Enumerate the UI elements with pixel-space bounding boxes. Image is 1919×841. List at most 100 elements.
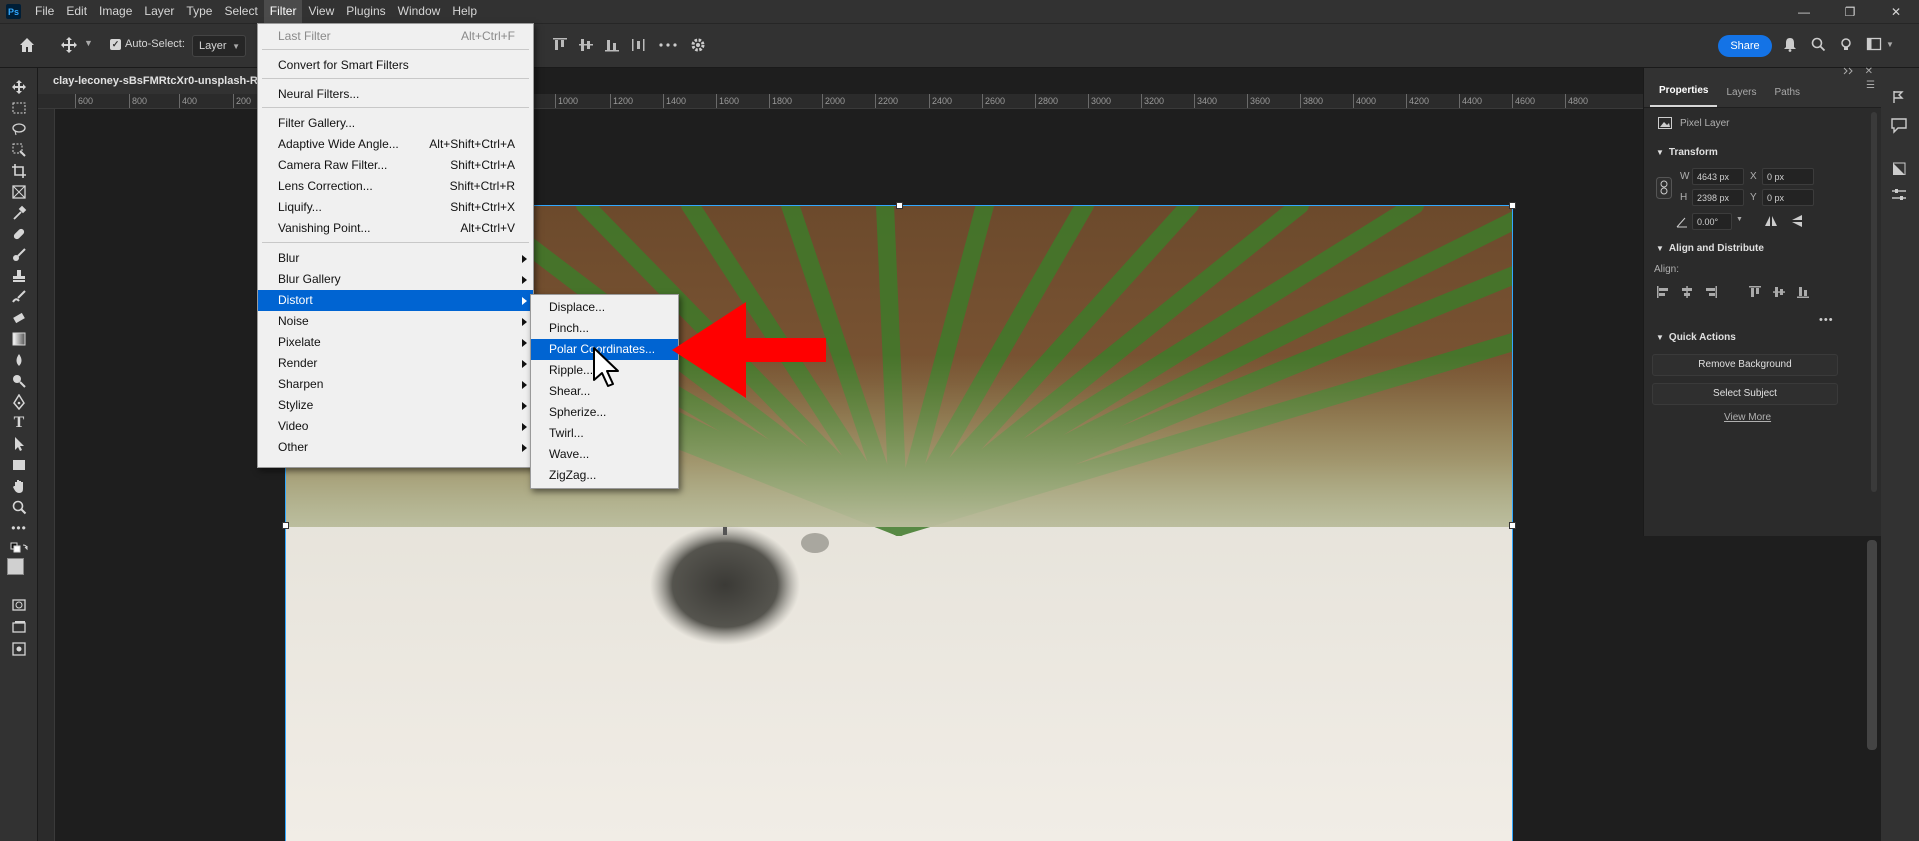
- more-tools-icon[interactable]: •••: [8, 517, 30, 539]
- filter-menu-item-noise[interactable]: Noise: [258, 311, 533, 332]
- properties-sliders-icon[interactable]: [1890, 186, 1908, 204]
- select-subject-button[interactable]: Select Subject: [1652, 383, 1838, 405]
- menu-edit[interactable]: Edit: [60, 0, 93, 23]
- screen-mode-icon[interactable]: [8, 616, 30, 638]
- menu-select[interactable]: Select: [218, 0, 263, 23]
- transform-section-header[interactable]: ▼ Transform: [1656, 147, 1718, 158]
- align-top-icon[interactable]: [552, 37, 568, 53]
- default-colors-icon[interactable]: [8, 538, 30, 560]
- filter-menu-item-render[interactable]: Render: [258, 353, 533, 374]
- search-icon[interactable]: [1810, 36, 1826, 52]
- tab-paths[interactable]: Paths: [1765, 87, 1809, 107]
- share-image-icon[interactable]: [8, 638, 30, 660]
- filter-menu-item-vanishing-point[interactable]: Vanishing Point... Alt+Ctrl+V: [258, 218, 533, 239]
- align-bottom-edges-icon[interactable]: [1796, 285, 1810, 299]
- tab-properties[interactable]: Properties: [1650, 85, 1718, 107]
- pen-tool-icon[interactable]: [8, 391, 30, 413]
- move-tool-icon[interactable]: [60, 36, 78, 54]
- distort-item-displace[interactable]: Displace...: [531, 297, 678, 318]
- chevron-down-icon[interactable]: ▼: [1736, 216, 1743, 223]
- align-top-edges-icon[interactable]: [1748, 285, 1762, 299]
- filter-menu-item-video[interactable]: Video: [258, 416, 533, 437]
- blur-tool-icon[interactable]: [8, 349, 30, 371]
- path-selection-tool-icon[interactable]: [8, 433, 30, 455]
- adjustments-panel-icon[interactable]: [1890, 160, 1908, 178]
- zoom-tool-icon[interactable]: [8, 496, 30, 518]
- share-button[interactable]: Share: [1718, 35, 1772, 57]
- distort-item-zigzag[interactable]: ZigZag...: [531, 465, 678, 486]
- align-middle-icon[interactable]: [578, 37, 594, 53]
- healing-brush-tool-icon[interactable]: [8, 223, 30, 245]
- distort-item-spherize[interactable]: Spherize...: [531, 402, 678, 423]
- panel-collapse-icon[interactable]: [1841, 66, 1857, 76]
- filter-menu-item-liquify[interactable]: Liquify... Shift+Ctrl+X: [258, 197, 533, 218]
- flip-vertical-icon[interactable]: [1790, 214, 1804, 228]
- lasso-tool-icon[interactable]: [8, 118, 30, 140]
- object-selection-tool-icon[interactable]: [8, 139, 30, 161]
- workspace-icon[interactable]: [1866, 36, 1882, 52]
- rectangle-tool-icon[interactable]: [8, 454, 30, 476]
- filter-menu-item-sharpen[interactable]: Sharpen: [258, 374, 533, 395]
- dodge-tool-icon[interactable]: [8, 370, 30, 392]
- chevron-down-icon[interactable]: ▼: [1886, 40, 1894, 52]
- align-section-header[interactable]: ▼ Align and Distribute: [1656, 243, 1764, 254]
- distort-item-pinch[interactable]: Pinch...: [531, 318, 678, 339]
- align-vertical-centers-icon[interactable]: [1772, 285, 1786, 299]
- hand-tool-icon[interactable]: [8, 475, 30, 497]
- auto-select-checkbox[interactable]: ✓ Auto-Select:: [110, 38, 185, 50]
- remove-background-button[interactable]: Remove Background: [1652, 354, 1838, 376]
- height-input[interactable]: 2398 px: [1692, 189, 1744, 206]
- frame-tool-icon[interactable]: [8, 181, 30, 203]
- align-right-edges-icon[interactable]: [1704, 285, 1718, 299]
- home-icon[interactable]: [18, 36, 36, 54]
- panel-scrollbar[interactable]: [1871, 112, 1877, 492]
- view-more-link[interactable]: View More: [1724, 412, 1771, 423]
- width-input[interactable]: 4643 px: [1692, 168, 1744, 185]
- align-bottom-icon[interactable]: [604, 37, 620, 53]
- comments-panel-icon[interactable]: [1890, 116, 1908, 134]
- distort-item-wave[interactable]: Wave...: [531, 444, 678, 465]
- more-align-options-icon[interactable]: •••: [1819, 314, 1834, 326]
- quick-actions-section-header[interactable]: ▼ Quick Actions: [1656, 332, 1736, 343]
- brush-tool-icon[interactable]: [8, 244, 30, 266]
- bell-icon[interactable]: [1782, 36, 1798, 52]
- menu-file[interactable]: File: [29, 0, 60, 23]
- clone-stamp-tool-icon[interactable]: [8, 265, 30, 287]
- tab-layers[interactable]: Layers: [1717, 87, 1765, 107]
- quick-mask-icon[interactable]: [8, 594, 30, 616]
- filter-menu-item-lens-correction[interactable]: Lens Correction... Shift+Ctrl+R: [258, 176, 533, 197]
- type-tool-icon[interactable]: T: [8, 412, 30, 434]
- distribute-icon[interactable]: [630, 37, 646, 53]
- filter-menu-item-pixelate[interactable]: Pixelate: [258, 332, 533, 353]
- more-options-icon[interactable]: [656, 37, 680, 53]
- link-icon[interactable]: [1656, 177, 1672, 199]
- align-horizontal-centers-icon[interactable]: [1680, 285, 1694, 299]
- y-input[interactable]: 0 px: [1762, 189, 1814, 206]
- history-brush-tool-icon[interactable]: [8, 286, 30, 308]
- marquee-tool-icon[interactable]: [8, 97, 30, 119]
- canvas-vertical-scrollbar[interactable]: [1867, 540, 1877, 750]
- flip-horizontal-icon[interactable]: [1764, 214, 1778, 228]
- menu-layer[interactable]: Layer: [138, 0, 180, 23]
- restore-icon[interactable]: ❐: [1827, 0, 1873, 23]
- filter-menu-item-convert-smart-filters[interactable]: Convert for Smart Filters: [258, 55, 533, 76]
- filter-menu-item-distort[interactable]: Distort: [258, 290, 533, 311]
- close-icon[interactable]: ✕: [1873, 0, 1919, 23]
- gradient-tool-icon[interactable]: [8, 328, 30, 350]
- eyedropper-tool-icon[interactable]: [8, 202, 30, 224]
- x-input[interactable]: 0 px: [1762, 168, 1814, 185]
- crop-tool-icon[interactable]: [8, 160, 30, 182]
- panel-menu-icon[interactable]: ☰: [1866, 80, 1875, 91]
- close-icon[interactable]: ✕: [1865, 66, 1873, 77]
- filter-menu-item-stylize[interactable]: Stylize: [258, 395, 533, 416]
- menu-filter[interactable]: Filter: [263, 0, 303, 23]
- gear-icon[interactable]: [690, 37, 706, 53]
- menu-image[interactable]: Image: [93, 0, 138, 23]
- menu-type[interactable]: Type: [180, 0, 218, 23]
- lightbulb-icon[interactable]: [1838, 36, 1854, 52]
- align-left-edges-icon[interactable]: [1656, 285, 1670, 299]
- filter-menu-item-filter-gallery[interactable]: Filter Gallery...: [258, 113, 533, 134]
- menu-help[interactable]: Help: [446, 0, 483, 23]
- history-panel-icon[interactable]: [1890, 88, 1908, 106]
- filter-menu-item-neural-filters[interactable]: Neural Filters...: [258, 84, 533, 105]
